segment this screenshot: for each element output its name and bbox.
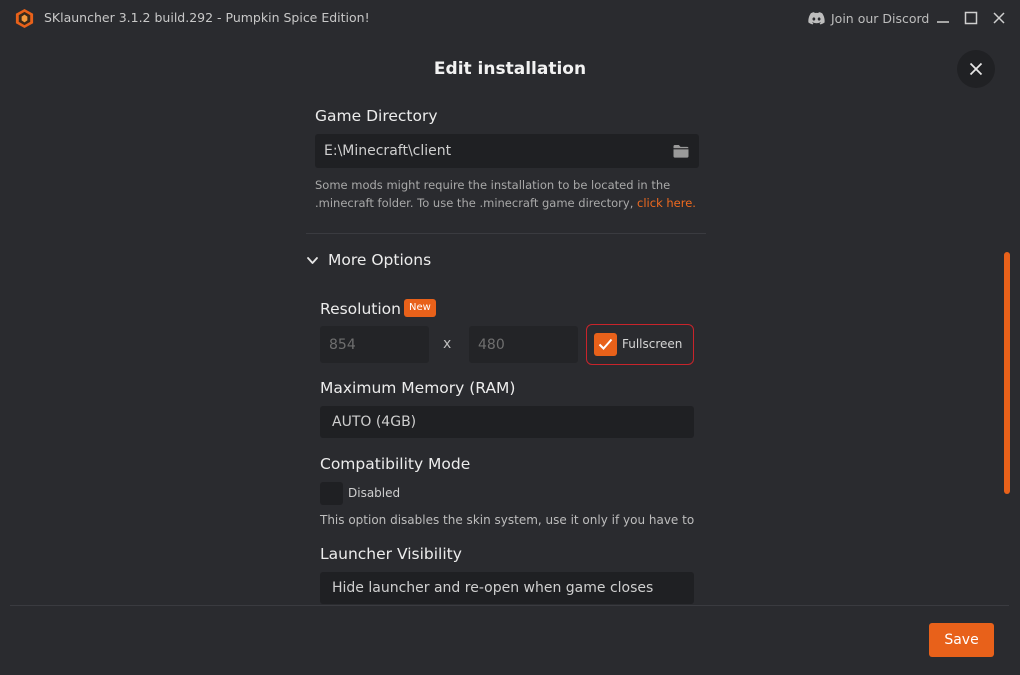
more-options-toggle[interactable]: More Options xyxy=(306,250,431,270)
fullscreen-toggle[interactable]: Fullscreen xyxy=(586,324,694,365)
join-discord-label: Join our Discord xyxy=(831,10,930,26)
resolution-height-placeholder: 480 xyxy=(478,336,505,353)
minimize-icon xyxy=(937,21,949,23)
memory-label: Maximum Memory (RAM) xyxy=(320,379,516,397)
minimize-button[interactable] xyxy=(934,9,952,27)
help-line-1: Some mods might require the installation… xyxy=(315,178,671,192)
more-options-label: More Options xyxy=(328,251,432,269)
game-directory-help: Some mods might require the installation… xyxy=(315,176,715,212)
chevron-down-icon xyxy=(307,256,318,264)
scrollbar-thumb[interactable] xyxy=(1004,252,1010,494)
use-minecraft-folder-link[interactable]: click here. xyxy=(637,196,696,210)
compatibility-help: This option disables the skin system, us… xyxy=(320,513,695,527)
resolution-separator: x xyxy=(443,336,452,352)
memory-select[interactable]: AUTO (4GB) xyxy=(320,406,694,438)
checkmark-icon xyxy=(598,338,613,350)
resolution-height-input[interactable]: 480 xyxy=(469,326,578,363)
resolution-label: Resolution xyxy=(320,300,401,318)
close-icon xyxy=(993,12,1005,24)
help-line-2: .minecraft folder. To use the .minecraft… xyxy=(315,194,715,212)
page-title: Edit installation xyxy=(433,59,587,79)
visibility-select[interactable]: Hide launcher and re-open when game clos… xyxy=(320,572,694,604)
new-badge: New xyxy=(404,299,436,317)
visibility-value: Hide launcher and re-open when game clos… xyxy=(332,580,654,596)
footer-divider xyxy=(10,605,1009,606)
close-icon xyxy=(969,62,983,76)
close-dialog-button[interactable] xyxy=(957,50,995,88)
save-button[interactable]: Save xyxy=(929,623,994,657)
folder-icon[interactable] xyxy=(672,144,690,159)
game-directory-field[interactable]: E:\Minecraft\client xyxy=(315,134,699,168)
sklauncher-logo-icon xyxy=(14,8,35,29)
game-directory-label: Game Directory xyxy=(315,107,438,125)
title-bar: SKlauncher 3.1.2 build.292 - Pumpkin Spi… xyxy=(0,0,1020,36)
maximize-button[interactable] xyxy=(962,9,980,27)
game-directory-value: E:\Minecraft\client xyxy=(324,143,452,159)
compatibility-checkbox[interactable] xyxy=(320,482,343,505)
memory-value: AUTO (4GB) xyxy=(332,414,417,430)
join-discord-link[interactable]: Join our Discord xyxy=(808,9,929,27)
window-close-button[interactable] xyxy=(990,9,1008,27)
visibility-label: Launcher Visibility xyxy=(320,545,462,563)
resolution-width-input[interactable]: 854 xyxy=(320,326,429,363)
fullscreen-label: Fullscreen xyxy=(622,337,683,351)
discord-icon xyxy=(808,11,825,25)
maximize-icon xyxy=(964,11,978,25)
resolution-width-placeholder: 854 xyxy=(329,336,356,353)
window-title: SKlauncher 3.1.2 build.292 - Pumpkin Spi… xyxy=(44,10,370,25)
fullscreen-checkbox[interactable] xyxy=(594,333,617,356)
compatibility-checkbox-label: Disabled xyxy=(348,486,401,500)
section-divider xyxy=(306,233,706,234)
compatibility-label: Compatibility Mode xyxy=(320,455,471,473)
help-line-2-text: .minecraft folder. To use the .minecraft… xyxy=(315,196,634,210)
